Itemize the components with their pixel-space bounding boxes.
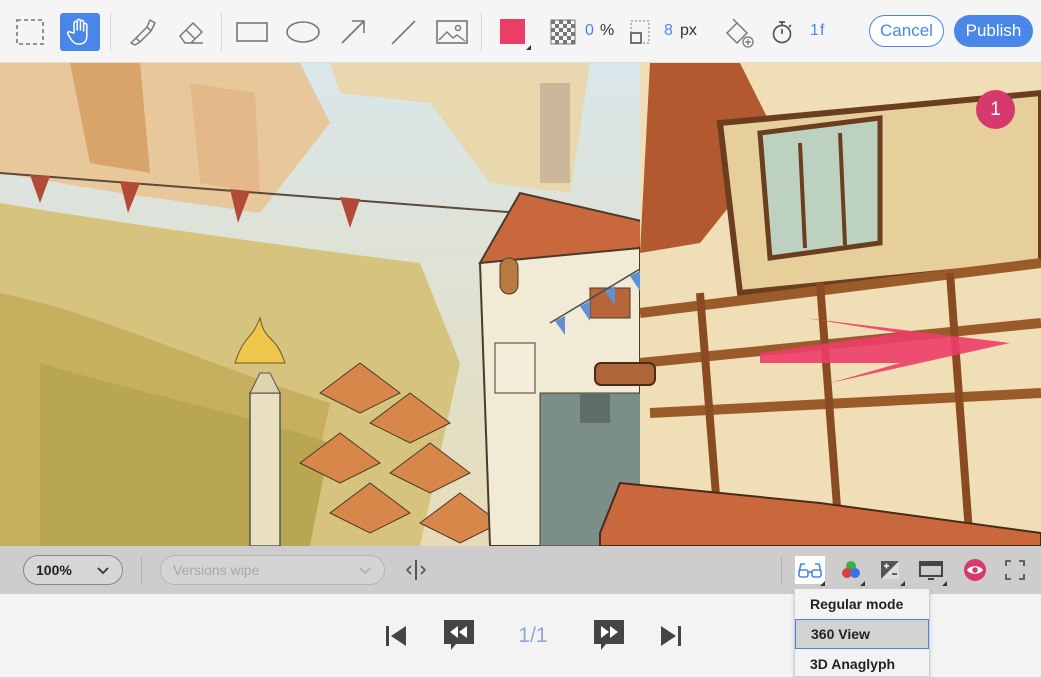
- color-channels-button[interactable]: [836, 556, 866, 584]
- eraser-tool[interactable]: [171, 13, 211, 51]
- view-mode-button[interactable]: [795, 556, 825, 584]
- hand-icon: [67, 18, 88, 45]
- highlighter-tool[interactable]: [122, 13, 162, 51]
- select-rect-tool[interactable]: [10, 13, 50, 51]
- toolbar-divider: [481, 12, 482, 52]
- line-icon: [391, 20, 416, 45]
- first-frame-button[interactable]: [383, 623, 409, 649]
- rgb-channels-icon: [842, 561, 860, 578]
- fill-tool[interactable]: [718, 13, 758, 51]
- ellipse-tool[interactable]: [283, 13, 323, 51]
- rectangle-tool[interactable]: [232, 13, 272, 51]
- dropdown-corner-icon: [942, 581, 947, 586]
- paint-bucket-add-icon: [725, 18, 754, 48]
- ellipse-icon: [286, 21, 320, 43]
- frame-counter: 1/1: [518, 624, 548, 647]
- checkerboard-icon: [550, 19, 576, 45]
- frames-unit: f: [820, 22, 825, 39]
- menu-item-360-view[interactable]: 360 View: [795, 619, 929, 649]
- rectangle-icon: [236, 22, 268, 42]
- stroke-width-value[interactable]: 8: [664, 22, 673, 40]
- next-frame-button[interactable]: [592, 618, 626, 652]
- highlighter-icon: [130, 19, 156, 46]
- monitor-frame-icon: [919, 561, 943, 580]
- previous-frame-button[interactable]: [442, 618, 476, 652]
- zoom-select[interactable]: 100%: [23, 555, 123, 585]
- duration-tool[interactable]: [765, 13, 799, 51]
- chevron-down-icon: [97, 567, 109, 575]
- dropdown-corner-icon: [526, 45, 531, 50]
- exposure-button[interactable]: [875, 556, 905, 584]
- safe-frame-button[interactable]: [916, 556, 946, 584]
- exposure-icon: [881, 561, 899, 579]
- stroke-width-tool[interactable]: [625, 13, 655, 51]
- wipe-handle-button[interactable]: [401, 556, 431, 584]
- opacity-value[interactable]: 0: [585, 22, 594, 40]
- view-mode-menu: Regular mode 360 View 3D Anaglyph: [794, 588, 930, 677]
- stroke-width-icon: [630, 20, 650, 44]
- frames-value[interactable]: 1: [810, 22, 819, 40]
- 3d-glasses-icon: [798, 563, 822, 578]
- arrow-tool[interactable]: [333, 13, 373, 51]
- review-app: 0 % 8 px 1 f Cancel Publish 1 100% Versi…: [0, 0, 1041, 677]
- menu-item-3d-anaglyph[interactable]: 3D Anaglyph: [795, 649, 929, 677]
- image-icon: [436, 20, 468, 44]
- controls-divider: [141, 556, 142, 584]
- eraser-icon: [179, 22, 203, 44]
- cancel-button[interactable]: Cancel: [869, 15, 944, 47]
- review-canvas[interactable]: 1: [0, 63, 1041, 546]
- fast-forward-icon: [594, 620, 624, 650]
- dropdown-corner-icon: [860, 581, 865, 586]
- controls-divider: [781, 556, 782, 584]
- image-tool[interactable]: [432, 13, 472, 51]
- opacity-unit: %: [600, 22, 615, 39]
- menu-item-regular-mode[interactable]: Regular mode: [795, 589, 929, 619]
- eye-icon: [964, 559, 986, 581]
- toolbar-divider: [110, 12, 111, 52]
- publish-button[interactable]: Publish: [954, 15, 1033, 47]
- versions-wipe-placeholder: Versions wipe: [173, 562, 260, 578]
- comic-town-illustration: [0, 63, 1041, 546]
- versions-wipe-select[interactable]: Versions wipe: [160, 555, 385, 585]
- stroke-width-unit: px: [680, 22, 697, 39]
- dropdown-corner-icon: [900, 581, 905, 586]
- skip-to-start-icon: [386, 626, 406, 646]
- split-handle-icon: [405, 560, 427, 580]
- dashed-rectangle-icon: [16, 19, 44, 45]
- arrow-icon: [341, 20, 365, 44]
- fullscreen-icon: [1005, 560, 1025, 580]
- dropdown-corner-icon: [820, 581, 825, 586]
- annotation-toolbar: 0 % 8 px 1 f Cancel Publish: [0, 0, 1041, 63]
- opacity-tool[interactable]: [545, 13, 581, 51]
- line-tool[interactable]: [383, 13, 423, 51]
- visibility-button[interactable]: [960, 556, 990, 584]
- zoom-value: 100%: [36, 562, 72, 578]
- rewind-icon: [444, 620, 474, 650]
- stopwatch-icon: [772, 21, 792, 44]
- toolbar-divider: [221, 12, 222, 52]
- viewer-controls: 100% Versions wipe: [0, 546, 1041, 594]
- hand-tool[interactable]: [60, 13, 100, 51]
- color-picker[interactable]: [500, 19, 525, 44]
- annotation-marker[interactable]: 1: [976, 90, 1015, 129]
- last-frame-button[interactable]: [658, 623, 684, 649]
- chevron-down-icon: [359, 567, 371, 575]
- fullscreen-button[interactable]: [1000, 556, 1030, 584]
- skip-to-end-icon: [661, 626, 681, 646]
